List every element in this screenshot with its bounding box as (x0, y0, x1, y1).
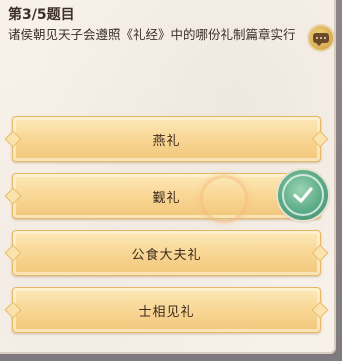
question-text: 诸侯朝见天子会遵照《礼经》中的哪份礼制篇章实行 (8, 27, 296, 42)
correct-answer-badge (278, 170, 328, 220)
quiz-panel: 第3/5题目 诸侯朝见天子会遵照《礼经》中的哪份礼制篇章实行 燕礼 觐礼 公食大… (0, 0, 336, 354)
chat-bubble-icon (313, 33, 329, 46)
selection-ring (200, 175, 248, 223)
question-index: 第3/5题目 (8, 7, 75, 23)
answer-option-label: 公食大夫礼 (131, 247, 202, 263)
answer-option-label: 觐礼 (152, 190, 181, 206)
answer-option-1[interactable]: 燕礼 (12, 116, 321, 162)
checkmark-icon (293, 187, 313, 203)
answer-option-label: 燕礼 (152, 133, 181, 149)
chat-button[interactable] (309, 26, 333, 50)
question-header: 第3/5题目 诸侯朝见天子会遵照《礼经》中的哪份礼制篇章实行 (8, 6, 308, 44)
answer-option-3[interactable]: 公食大夫礼 (12, 230, 321, 276)
answer-option-2[interactable]: 觐礼 (12, 173, 321, 219)
answer-option-label: 士相见礼 (138, 304, 195, 320)
answer-option-4[interactable]: 士相见礼 (12, 287, 321, 333)
